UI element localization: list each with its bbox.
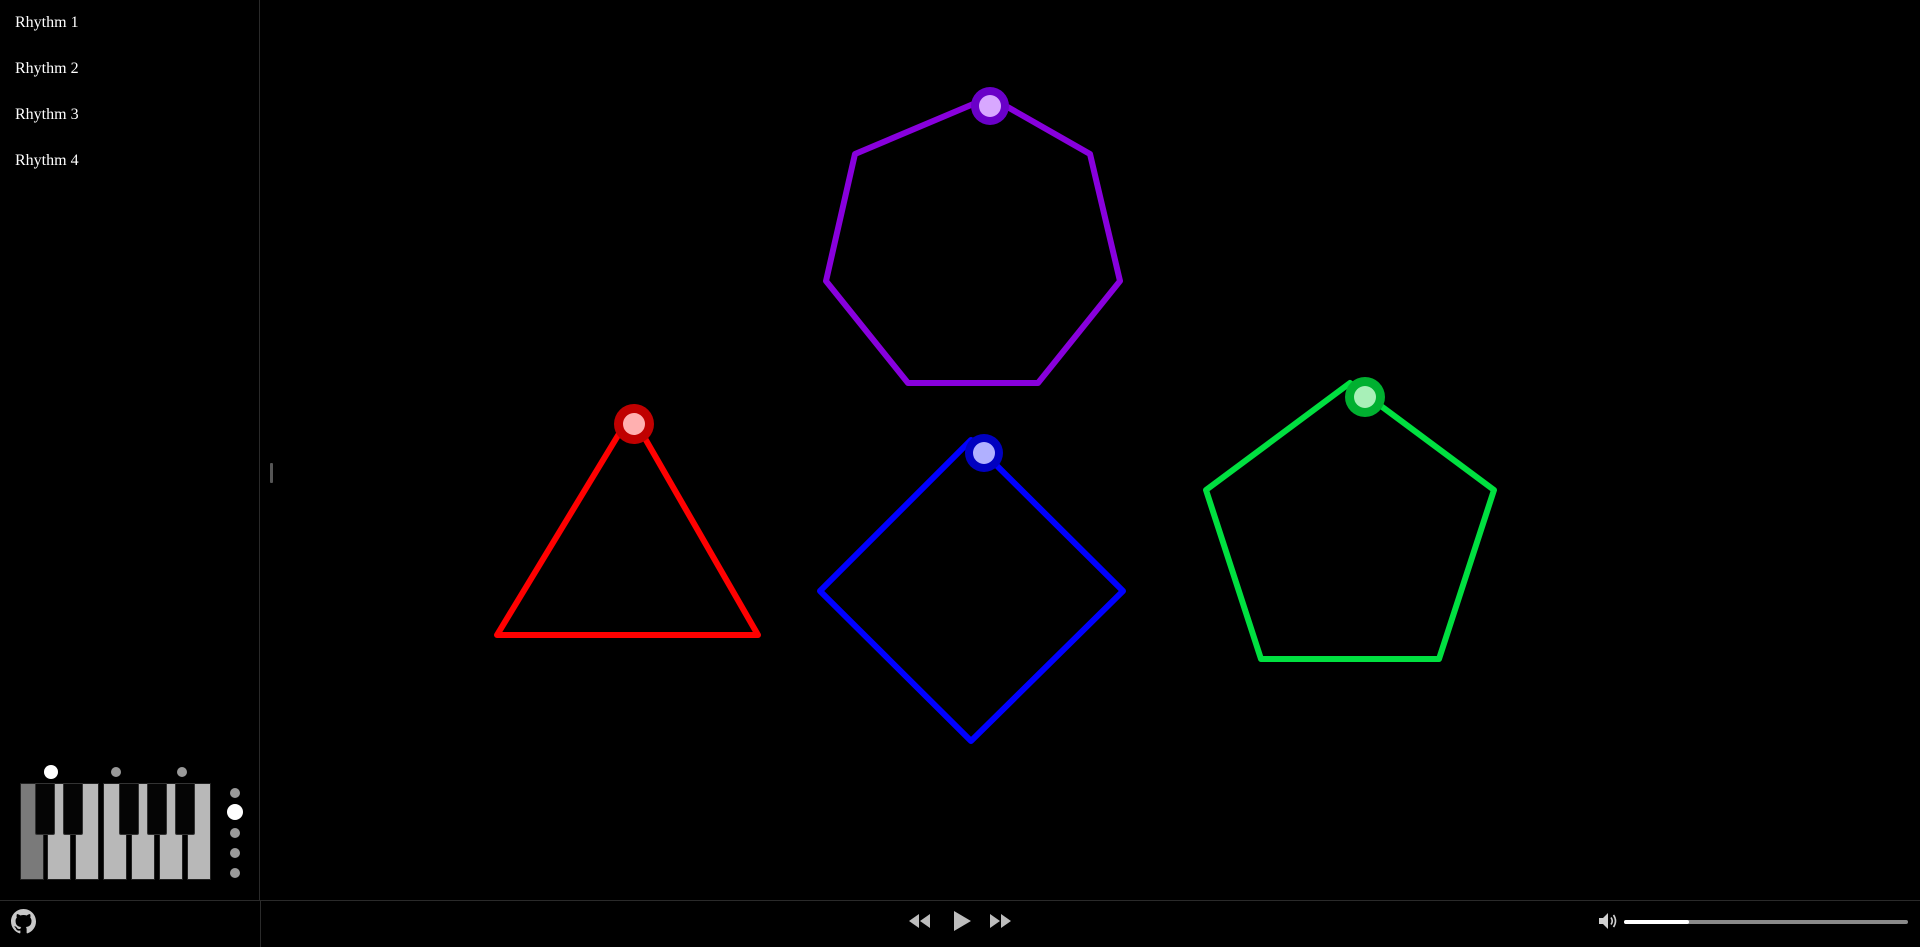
heptagon-rhythm[interactable] — [823, 87, 1123, 386]
fast-forward-icon[interactable] — [988, 913, 1012, 929]
triangle-rhythm[interactable] — [494, 404, 761, 638]
sidebar-item-rhythm-4[interactable]: Rhythm 4 — [15, 151, 79, 171]
triangle-playhead-core — [623, 413, 645, 435]
triangle-shape — [494, 411, 761, 638]
piano-black-key[interactable] — [63, 783, 83, 835]
speaker-icon[interactable] — [1598, 912, 1618, 930]
piano-black-key[interactable] — [175, 783, 195, 835]
rewind-icon[interactable] — [908, 913, 932, 929]
sidebar-item-rhythm-1[interactable]: Rhythm 1 — [15, 13, 79, 33]
octave-dot[interactable] — [230, 828, 240, 838]
github-icon[interactable] — [11, 909, 36, 934]
piano-key-marker[interactable] — [44, 765, 58, 779]
play-icon[interactable] — [952, 910, 972, 932]
sidebar-item-rhythm-2[interactable]: Rhythm 2 — [15, 59, 79, 79]
piano-black-key[interactable] — [35, 783, 55, 835]
pentagon-rhythm[interactable] — [1203, 377, 1497, 662]
pentagon-shape — [1203, 380, 1497, 662]
app-root: Rhythm 1 Rhythm 2 Rhythm 3 Rhythm 4 — [0, 0, 1920, 947]
square-playhead-core — [973, 442, 995, 464]
octave-dot[interactable] — [230, 788, 240, 798]
square-rhythm[interactable] — [817, 434, 1126, 744]
square-shape — [817, 437, 1126, 744]
sidebar: Rhythm 1 Rhythm 2 Rhythm 3 Rhythm 4 — [0, 0, 260, 900]
rhythm-canvas[interactable] — [261, 0, 1920, 899]
volume-slider-fill — [1624, 920, 1690, 924]
heptagon-playhead-core — [979, 95, 1001, 117]
octave-dot-selected[interactable] — [227, 804, 243, 820]
bottom-divider — [260, 901, 261, 947]
piano-key-marker[interactable] — [111, 767, 121, 777]
piano-black-key[interactable] — [147, 783, 167, 835]
piano-black-key[interactable] — [119, 783, 139, 835]
piano-keyboard — [20, 783, 215, 883]
pentagon-playhead-core — [1354, 386, 1376, 408]
octave-dot[interactable] — [230, 868, 240, 878]
volume-slider[interactable] — [1624, 920, 1908, 924]
piano-key-marker[interactable] — [177, 767, 187, 777]
octave-dot[interactable] — [230, 848, 240, 858]
sidebar-item-rhythm-3[interactable]: Rhythm 3 — [15, 105, 79, 125]
heptagon-shape — [823, 94, 1123, 386]
